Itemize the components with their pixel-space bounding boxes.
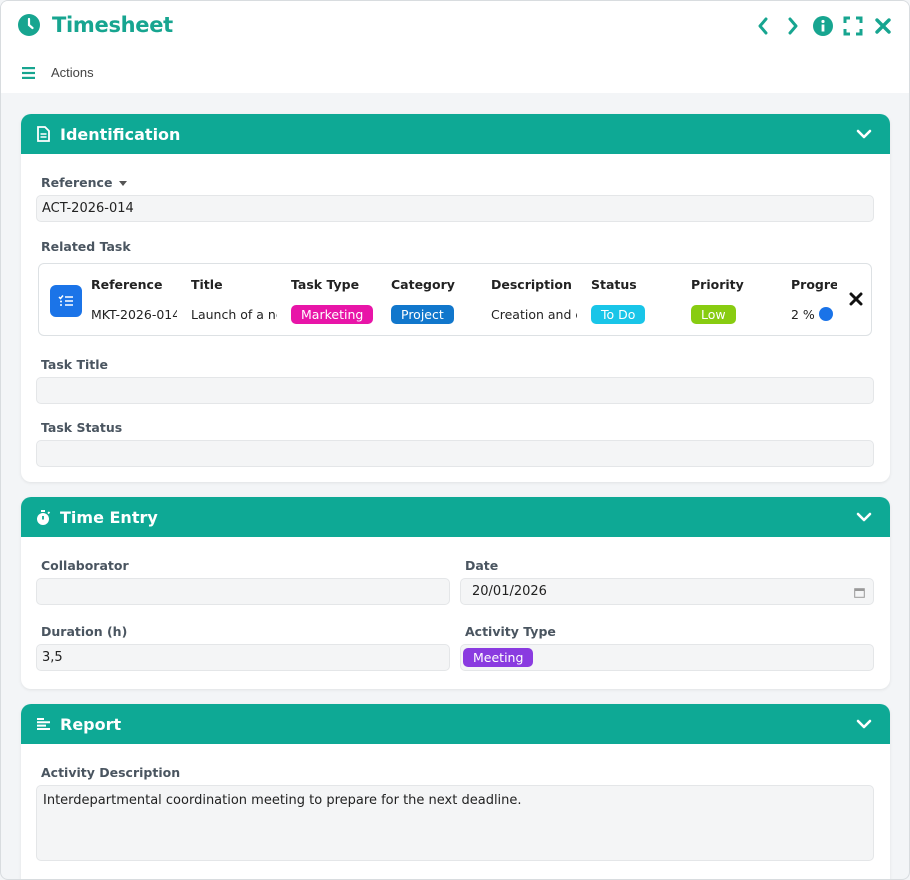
collaborator-field[interactable] [36,578,450,605]
col-category: Category Project [391,277,477,325]
report-section: Report Activity Description Interdepartm… [21,704,890,879]
window-controls [753,15,893,37]
report-header[interactable]: Report [21,704,890,744]
date-field[interactable]: 20/01/2026 [460,578,874,605]
chevron-left-icon [758,17,768,35]
activity-description-field[interactable]: Interdepartmental coordination meeting t… [36,785,874,861]
page-title: Timesheet [52,13,173,37]
hamburger-menu-icon[interactable] [21,66,37,80]
col-priority: Priority Low [691,277,777,325]
column-header: Reference [91,277,163,292]
task-description: Creation and co [491,306,577,322]
column-header: Priority [691,277,744,292]
actions-row: Actions [21,65,94,80]
remove-related-task-icon[interactable] [849,292,863,306]
activity-type-label: Activity Type [465,624,556,639]
col-description: Description Creation and co [491,277,577,325]
category-badge: Project [391,304,454,324]
previous-record-button[interactable] [753,15,773,37]
task-type-badge: Marketing [291,304,374,324]
reference-label[interactable]: Reference [41,175,128,190]
next-record-button[interactable] [783,15,803,37]
status-badge: To Do [591,304,646,324]
chevron-right-icon [788,17,798,35]
section-title: Report [60,714,122,734]
chevron-down-icon[interactable] [856,717,872,731]
chevron-down-icon[interactable] [856,127,872,141]
close-button[interactable] [873,15,893,37]
section-title: Identification [60,124,181,144]
align-left-icon [35,716,51,732]
task-status-field[interactable] [36,440,874,467]
related-task-card[interactable]: Reference MKT-2026-014 Title Launch of a… [38,263,872,336]
task-list-icon[interactable] [50,285,82,317]
col-status: Status To Do [591,277,677,325]
column-header: Category [391,277,455,292]
stopwatch-icon [35,509,51,525]
chevron-down-icon[interactable] [856,510,872,524]
col-progress: Progress 2 % [791,277,837,325]
task-title: Launch of a new [191,306,277,322]
top-bar: Timesheet Actions [1,1,909,93]
time-entry-section: Time Entry Collaborator Date 20/01/2026 … [21,497,890,689]
expand-icon [843,16,863,36]
column-header: Status [591,277,637,292]
fullscreen-button[interactable] [843,15,863,37]
title-row: Timesheet [17,13,173,37]
activity-type-badge: Meeting [463,648,534,667]
section-title: Time Entry [60,507,158,527]
progress-indicator [818,307,833,321]
task-title-label: Task Title [41,357,109,372]
activity-type-field[interactable]: Meeting [460,644,874,671]
duration-label: Duration (h) [41,624,128,639]
column-header: Description [491,277,572,292]
task-status-label: Task Status [41,420,123,435]
duration-field[interactable]: 3,5 [36,644,450,671]
col-reference: Reference MKT-2026-014 [91,277,177,325]
identification-header[interactable]: Identification [21,114,890,154]
identification-section: Identification Reference ACT-2026-014 Re… [21,114,890,482]
column-header: Title [191,277,223,292]
close-icon [875,18,891,34]
collaborator-label: Collaborator [41,558,129,573]
related-task-label: Related Task [41,239,131,254]
document-icon [35,126,51,142]
activity-description-label: Activity Description [41,765,181,780]
priority-badge: Low [691,304,736,324]
timesheet-window: Timesheet Actions Identification Referen… [0,0,910,880]
reference-field[interactable]: ACT-2026-014 [36,195,874,222]
time-entry-header[interactable]: Time Entry [21,497,890,537]
calendar-icon[interactable] [854,587,865,598]
task-title-field[interactable] [36,377,874,404]
caret-down-icon [119,181,128,186]
progress-value: 2 % [791,306,815,322]
col-title: Title Launch of a new [191,277,277,325]
column-header: Task Type [291,277,360,292]
clock-icon [18,14,40,36]
actions-menu[interactable]: Actions [51,65,94,80]
task-reference: MKT-2026-014 [91,306,177,322]
info-icon [813,16,833,36]
info-button[interactable] [813,15,833,37]
date-label: Date [465,558,499,573]
col-task-type: Task Type Marketing [291,277,377,325]
column-header: Progress [791,277,837,292]
